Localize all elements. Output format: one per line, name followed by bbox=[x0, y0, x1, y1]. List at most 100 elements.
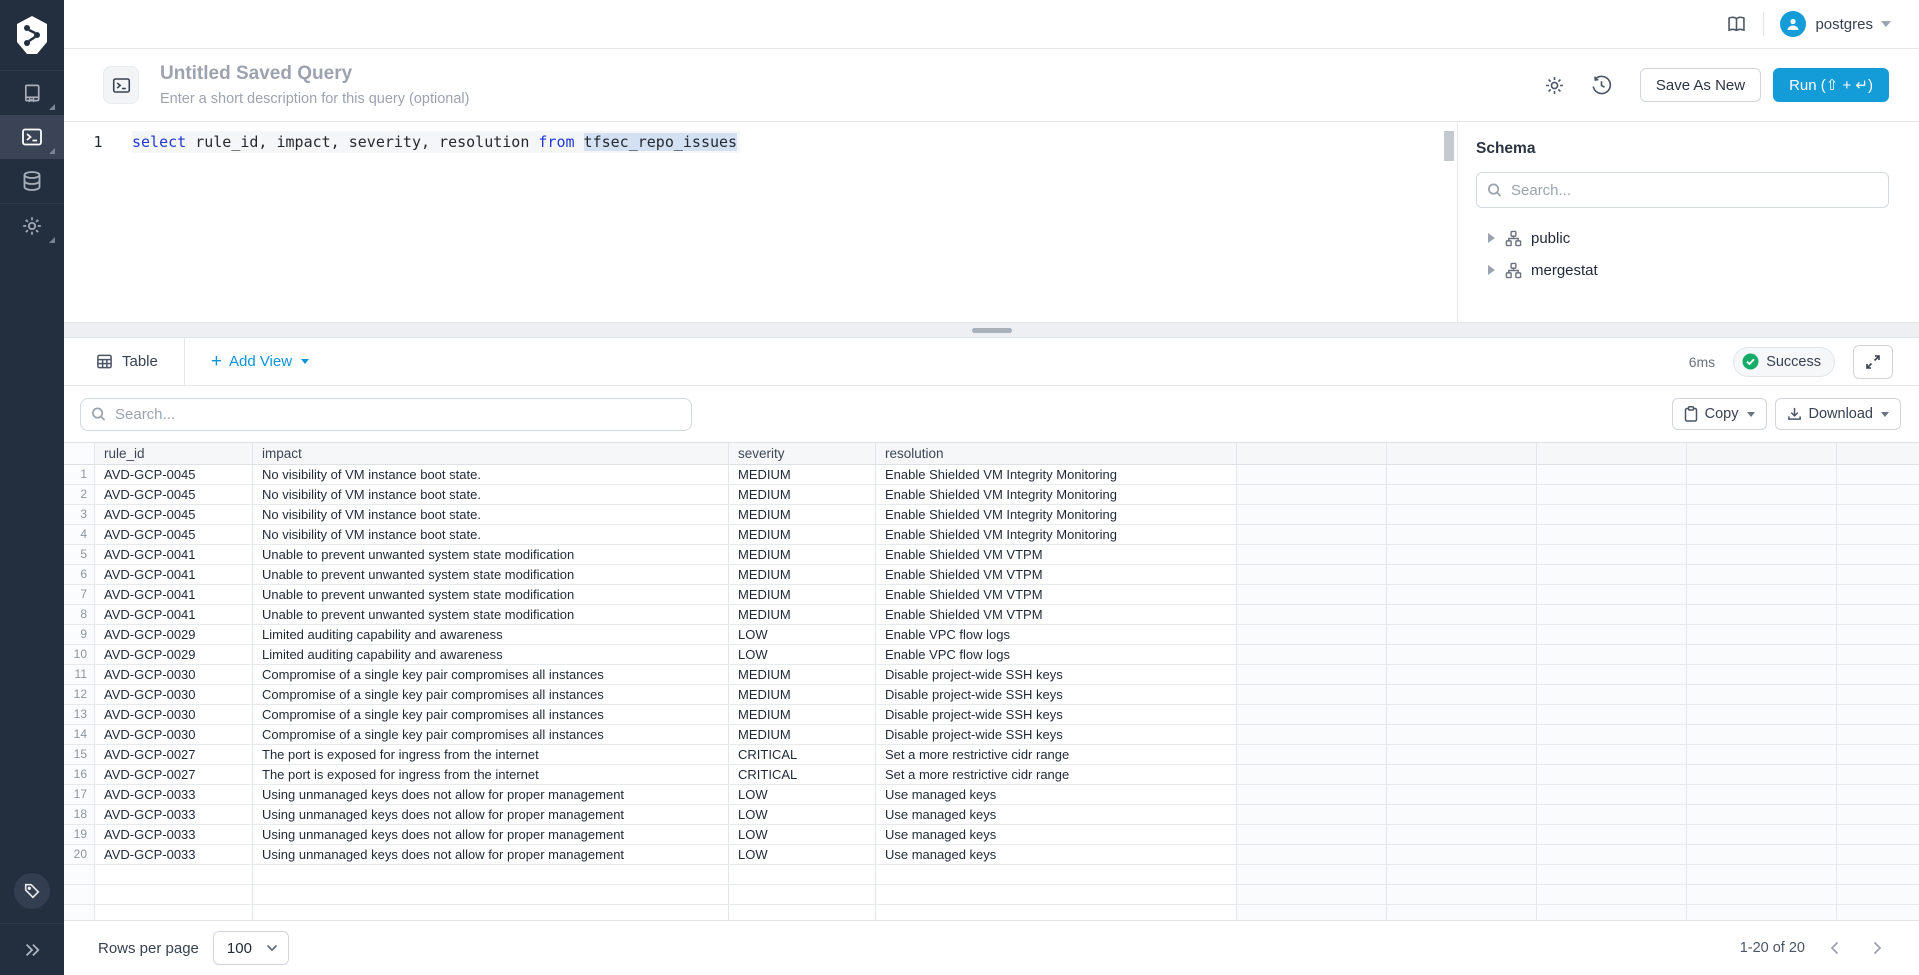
table-cell-blank bbox=[253, 905, 729, 920]
user-name[interactable]: postgres bbox=[1815, 16, 1873, 33]
header-row-number-cell bbox=[64, 442, 95, 465]
gear-icon bbox=[1544, 75, 1565, 96]
expand-results-button[interactable] bbox=[1853, 345, 1893, 379]
results-actions: Copy Download bbox=[1672, 398, 1901, 430]
table-cell-empty bbox=[1387, 765, 1537, 785]
sql-editor[interactable]: 1 select rule_id, impact, severity, reso… bbox=[64, 122, 1457, 322]
table-cell-empty bbox=[1687, 525, 1837, 545]
results-search-input[interactable] bbox=[80, 398, 692, 431]
table-cell-empty bbox=[1237, 505, 1387, 525]
schema-tree-item-public[interactable]: public bbox=[1476, 222, 1889, 254]
user-menu-chevron-icon[interactable] bbox=[1881, 21, 1891, 27]
table-cell-impact: Compromise of a single key pair compromi… bbox=[253, 665, 729, 685]
query-actions: Save As New Run (⇧ + ↵) bbox=[1540, 68, 1889, 102]
table-cell-empty bbox=[1687, 625, 1837, 645]
status-badge: Success bbox=[1733, 347, 1835, 377]
tab-table[interactable]: Table bbox=[64, 338, 185, 386]
row-number-cell: 7 bbox=[64, 585, 95, 605]
table-cell-resolution: Enable VPC flow logs bbox=[876, 645, 1237, 665]
table-cell-resolution: Disable project-wide SSH keys bbox=[876, 705, 1237, 725]
add-view-button[interactable]: + Add View bbox=[211, 352, 309, 371]
table-cell-rule_id: AVD-GCP-0029 bbox=[95, 625, 253, 645]
table-cell-blank bbox=[253, 865, 729, 885]
sidebar-item-queries[interactable] bbox=[0, 115, 64, 159]
table-cell-resolution: Enable Shielded VM VTPM bbox=[876, 605, 1237, 625]
table-cell-severity: MEDIUM bbox=[729, 465, 876, 485]
previous-page-button[interactable] bbox=[1823, 936, 1847, 960]
sidebar-item-settings[interactable] bbox=[0, 204, 64, 248]
table-cell-resolution: Disable project-wide SSH keys bbox=[876, 685, 1237, 705]
table-cell-empty bbox=[1837, 805, 1919, 825]
avatar[interactable] bbox=[1780, 11, 1806, 37]
query-duration: 6ms bbox=[1689, 354, 1715, 370]
sidebar-collapse-toggle[interactable] bbox=[0, 923, 64, 975]
query-description-placeholder[interactable]: Enter a short description for this query… bbox=[160, 91, 469, 107]
sidebar-item-database[interactable] bbox=[0, 159, 64, 203]
table-cell-severity: MEDIUM bbox=[729, 525, 876, 545]
table-cell-rule_id: AVD-GCP-0033 bbox=[95, 785, 253, 805]
double-chevron-right-icon bbox=[23, 942, 41, 958]
query-settings-button[interactable] bbox=[1540, 71, 1569, 100]
table-cell-resolution: Disable project-wide SSH keys bbox=[876, 725, 1237, 745]
copy-button[interactable]: Copy bbox=[1672, 398, 1767, 430]
schema-tree-item-mergestat[interactable]: mergestat bbox=[1476, 254, 1889, 286]
rows-per-page-value: 100 bbox=[227, 940, 252, 957]
table-cell-empty bbox=[1837, 605, 1919, 625]
sql-token-keyword: from bbox=[538, 133, 574, 151]
table-cell-empty bbox=[1387, 885, 1537, 905]
table-cell-empty bbox=[1687, 745, 1837, 765]
rows-per-page-select[interactable]: 100 bbox=[213, 931, 289, 965]
schema-search-input[interactable] bbox=[1476, 172, 1889, 208]
table-cell-empty bbox=[1687, 585, 1837, 605]
table-cell-empty bbox=[1237, 485, 1387, 505]
table-cell-rule_id: AVD-GCP-0041 bbox=[95, 545, 253, 565]
table-cell-empty bbox=[1237, 645, 1387, 665]
editor-scrollbar-thumb[interactable] bbox=[1444, 131, 1454, 161]
row-number-cell bbox=[64, 905, 95, 920]
next-page-button[interactable] bbox=[1865, 936, 1889, 960]
table-cell-empty bbox=[1837, 905, 1919, 920]
table-cell-empty bbox=[1237, 745, 1387, 765]
tags-button[interactable] bbox=[14, 873, 50, 909]
query-header: Untitled Saved Query Enter a short descr… bbox=[64, 49, 1919, 122]
select-chevron-icon bbox=[266, 944, 278, 952]
copy-chevron-icon bbox=[1747, 412, 1755, 417]
table-cell-impact: The port is exposed for ingress from the… bbox=[253, 765, 729, 785]
table-cell-rule_id: AVD-GCP-0033 bbox=[95, 845, 253, 865]
save-as-new-button[interactable]: Save As New bbox=[1640, 68, 1761, 102]
table-cell-resolution: Use managed keys bbox=[876, 805, 1237, 825]
query-history-button[interactable] bbox=[1587, 71, 1616, 100]
results-status-group: 6ms Success bbox=[1689, 345, 1919, 379]
column-header-rule_id: rule_id bbox=[95, 442, 253, 465]
resize-handle[interactable] bbox=[972, 328, 1012, 333]
table-cell-resolution: Enable VPC flow logs bbox=[876, 625, 1237, 645]
docs-book-icon[interactable] bbox=[1726, 14, 1747, 34]
table-cell-blank bbox=[95, 865, 253, 885]
table-cell-empty bbox=[1237, 465, 1387, 485]
row-number-cell: 1 bbox=[64, 465, 95, 485]
table-cell-severity: MEDIUM bbox=[729, 565, 876, 585]
sidebar-item-repos[interactable] bbox=[0, 71, 64, 115]
table-cell-empty bbox=[1387, 565, 1537, 585]
table-cell-empty bbox=[1837, 685, 1919, 705]
download-chevron-icon bbox=[1881, 412, 1889, 417]
table-cell-resolution: Enable Shielded VM VTPM bbox=[876, 565, 1237, 585]
table-cell-severity: CRITICAL bbox=[729, 765, 876, 785]
mergestat-logo[interactable] bbox=[0, 0, 64, 70]
table-cell-empty bbox=[1237, 825, 1387, 845]
table-cell-rule_id: AVD-GCP-0045 bbox=[95, 525, 253, 545]
table-cell-impact: Compromise of a single key pair compromi… bbox=[253, 725, 729, 745]
download-button[interactable]: Download bbox=[1775, 398, 1902, 430]
query-title[interactable]: Untitled Saved Query bbox=[160, 63, 469, 85]
table-cell-empty bbox=[1387, 465, 1537, 485]
run-query-button[interactable]: Run (⇧ + ↵) bbox=[1773, 68, 1889, 102]
rows-per-page-label: Rows per page bbox=[98, 940, 199, 957]
table-cell-empty bbox=[1537, 845, 1687, 865]
row-number-cell: 6 bbox=[64, 565, 95, 585]
table-cell-empty bbox=[1237, 625, 1387, 645]
table-cell-empty bbox=[1687, 725, 1837, 745]
table-cell-empty bbox=[1537, 485, 1687, 505]
results-toolbar: Table + Add View 6ms Success bbox=[64, 338, 1919, 386]
clipboard-icon bbox=[1684, 406, 1705, 422]
column-header-empty bbox=[1387, 442, 1537, 465]
